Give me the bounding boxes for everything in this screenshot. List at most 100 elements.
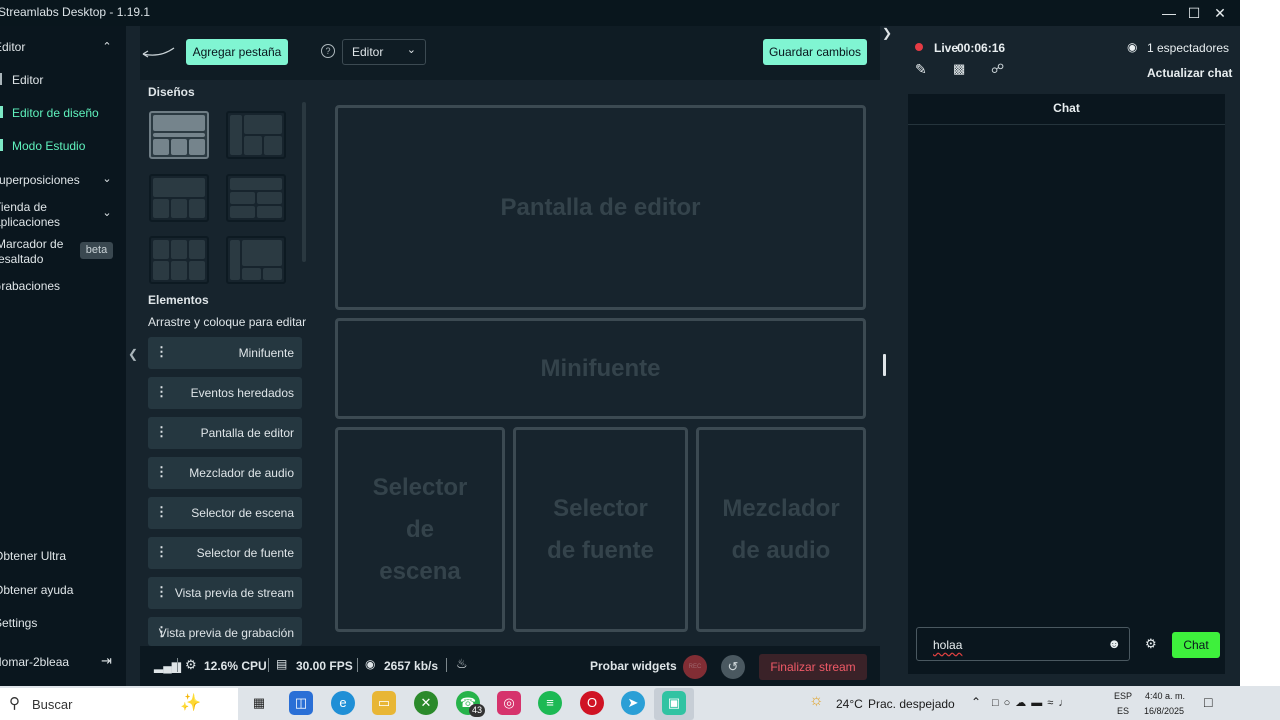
element-label: Mezclador de audio (189, 466, 294, 480)
layout-option-2[interactable] (226, 111, 286, 159)
sidebar-item-layout-editor[interactable]: Editor de diseño (12, 106, 99, 120)
sidebar-item-app-store-line2[interactable]: aplicaciones (0, 215, 60, 229)
bell-icon[interactable]: ♨ (456, 656, 468, 672)
element-audio-mixer[interactable]: ⋮ Mezclador de audio (148, 457, 302, 489)
sidebar-user[interactable]: Homar-2bleaa (0, 655, 69, 669)
element-label: Vista previa de grabación (158, 626, 294, 640)
chevron-down-icon[interactable]: ⌄ (101, 172, 113, 185)
sidebar-group-editor[interactable]: Editor (0, 40, 25, 54)
sidebar-item-editor[interactable]: Editor (12, 73, 43, 87)
sidebar-item-highlighter-line2[interactable]: resaltado (0, 252, 43, 266)
slot-source-selector[interactable]: Selector de fuente (513, 427, 688, 632)
record-button[interactable]: REC (683, 655, 707, 679)
tray-chevron-up-icon[interactable]: ⌃ (971, 695, 981, 709)
drag-handle-icon: ⋮ (155, 384, 168, 399)
element-editor-screen[interactable]: ⋮ Pantalla de editor (148, 417, 302, 449)
bitrate-value: 2657 kb/s (384, 659, 439, 673)
element-label: Pantalla de editor (200, 426, 294, 440)
sidebar-item-studio-mode[interactable]: Modo Estudio (12, 139, 85, 153)
layout-option-1[interactable] (149, 111, 209, 159)
tray-icons[interactable]: □○☁▬≈♩ (992, 696, 1074, 709)
taskbar-search[interactable]: ⚲ Buscar ✨ (0, 688, 238, 720)
telegram-icon[interactable]: ➤ (621, 691, 645, 715)
search-icon: ⚲ (9, 695, 20, 712)
opera-icon[interactable]: O (580, 691, 604, 715)
slot-audio-mixer[interactable]: Mezclador de audio (696, 427, 866, 632)
test-widgets-button[interactable]: Probar widgets (590, 659, 677, 673)
weather-temp[interactable]: 24°C (836, 697, 863, 711)
fps-icon: ▤ (276, 657, 288, 671)
element-recording-preview[interactable]: ⋮ Vista previa de grabación (148, 617, 302, 646)
element-minifuente[interactable]: ⋮ Minifuente (148, 337, 302, 369)
chevron-up-icon[interactable]: ⌃ (101, 40, 113, 53)
instagram-icon[interactable]: ◎ (497, 691, 521, 715)
edit-stream-icon[interactable]: ✎ (915, 61, 927, 78)
chevron-down-icon[interactable]: ⌄ (101, 206, 113, 219)
help-icon[interactable]: ? (321, 44, 335, 58)
sidebar-item-ultra[interactable]: Obtener Ultra (0, 549, 66, 563)
streamlabs-icon[interactable]: ▣ (662, 691, 686, 715)
eye-icon: ◉ (1127, 40, 1138, 54)
chat-send-button[interactable]: Chat (1172, 632, 1220, 658)
slot-scene-selector[interactable]: Selector de escena (335, 427, 505, 632)
slot-mini-source[interactable]: Minifuente (335, 318, 866, 419)
element-scene-selector[interactable]: ⋮ Selector de escena (148, 497, 302, 529)
sidebar-item-settings[interactable]: Settings (0, 616, 37, 630)
layout-option-6[interactable] (226, 236, 286, 284)
sidebar-item-overlays[interactable]: Superposiciones (0, 173, 80, 187)
sidebar-item-app-store-line1[interactable]: Tienda de (0, 200, 47, 214)
chevron-right-icon[interactable]: ❯ (882, 26, 892, 40)
chat-input[interactable]: holaa ☻ (916, 627, 1130, 661)
emoji-icon[interactable]: ☻ (1107, 636, 1121, 651)
layout-option-5[interactable] (149, 236, 209, 284)
clock-time[interactable]: 4:40 a. m. (1145, 691, 1185, 701)
spotify-icon[interactable]: ≡ (538, 691, 562, 715)
logout-icon[interactable]: ⇥ (101, 653, 112, 669)
arrow-hint-icon (142, 47, 175, 58)
element-source-selector[interactable]: ⋮ Selector de fuente (148, 537, 302, 569)
refresh-chat-button[interactable]: Actualizar chat (1147, 66, 1232, 80)
share-icon[interactable]: ☍ (991, 61, 1004, 77)
camera-icon[interactable]: ▩ (953, 61, 965, 77)
cpu-icon: ⚙ (185, 657, 197, 672)
drag-handle-icon: ⋮ (155, 544, 168, 559)
elements-heading: Elementos (148, 293, 209, 307)
slot-editor-screen[interactable]: Pantalla de editor (335, 105, 866, 310)
clock-date[interactable]: 16/8/2025 (1144, 706, 1184, 716)
sidebar-item-marker (0, 139, 3, 151)
globe-icon: ◉ (365, 657, 376, 671)
end-stream-button[interactable]: Finalizar stream (759, 654, 867, 680)
replay-buffer-icon[interactable]: ↺ (721, 655, 745, 679)
element-stream-preview[interactable]: ⋮ Vista previa de stream (148, 577, 302, 609)
file-explorer-icon[interactable]: ▭ (372, 691, 396, 715)
editor-select[interactable]: Editor ⌄ (342, 39, 426, 65)
add-tab-button[interactable]: Agregar pestaña (186, 39, 288, 65)
save-changes-button[interactable]: Guardar cambios (763, 39, 867, 65)
element-legacy-events[interactable]: ⋮ Eventos heredados (148, 377, 302, 409)
desktop-background (1240, 0, 1280, 686)
chat-settings-icon[interactable]: ⚙ (1145, 636, 1157, 652)
layout-option-4[interactable] (226, 174, 286, 222)
minimize-icon[interactable]: — (1158, 3, 1180, 23)
edge-icon[interactable]: e (331, 691, 355, 715)
drag-handle-icon: ⋮ (155, 344, 168, 359)
language-primary[interactable]: ESP (1114, 691, 1132, 701)
beta-badge: beta (80, 242, 113, 259)
weather-text[interactable]: Prac. despejado (868, 697, 955, 711)
close-icon[interactable]: ✕ (1209, 3, 1231, 23)
sidebar-item-highlighter-line1[interactable]: Marcador de (0, 237, 63, 251)
chat-heading: Chat (908, 94, 1225, 125)
language-secondary[interactable]: ES (1117, 706, 1129, 716)
layout-option-3[interactable] (149, 174, 209, 222)
maximize-icon[interactable]: ☐ (1183, 3, 1205, 23)
chat-input-value: holaa (933, 638, 963, 652)
sidebar-item-help[interactable]: Obtener ayuda (0, 583, 73, 597)
xbox-icon[interactable]: ✕ (414, 691, 438, 715)
resize-handle[interactable] (883, 354, 886, 376)
task-view-icon[interactable]: ▦ (247, 691, 271, 715)
store-icon[interactable]: ◫ (289, 691, 313, 715)
sidebar-item-recordings[interactable]: Grabaciones (0, 279, 60, 293)
viewer-count: 1 espectadores (1147, 41, 1230, 55)
notifications-icon[interactable]: □ (1204, 694, 1212, 710)
chevron-left-icon[interactable]: ❮ (128, 347, 138, 361)
